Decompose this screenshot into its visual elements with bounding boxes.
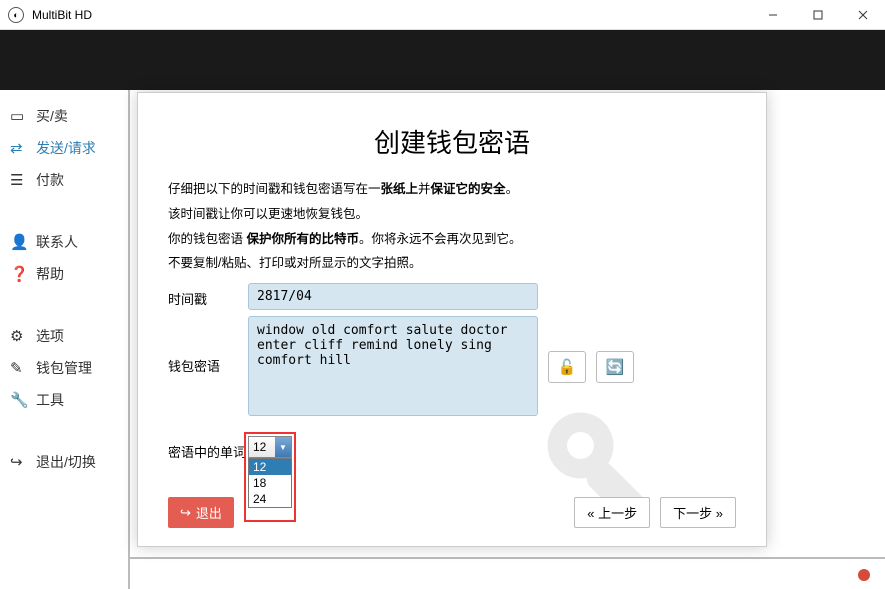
toolbar bbox=[0, 30, 885, 90]
instruction-line-3: 你的钱包密语 保护你所有的比特币。你将永远不会再次见到它。 bbox=[168, 230, 736, 249]
close-button[interactable] bbox=[840, 0, 885, 30]
timestamp-label: 时间戳 bbox=[168, 283, 248, 308]
sidebar-item-label: 买/卖 bbox=[36, 106, 68, 126]
seed-row: 钱包密语 window old comfort salute doctor en… bbox=[168, 316, 736, 416]
edit-icon: ✎ bbox=[10, 359, 28, 377]
sidebar-item-label: 帮助 bbox=[36, 264, 64, 284]
sidebar-item-label: 联系人 bbox=[36, 232, 78, 252]
timestamp-row: 时间戳 bbox=[168, 283, 736, 310]
signout-icon: ↪ bbox=[10, 453, 28, 471]
lock-button[interactable]: 🔓 bbox=[548, 351, 586, 383]
exit-button[interactable]: ↪ 退出 bbox=[168, 497, 234, 528]
sidebar-item-buy-sell[interactable]: ▭ 买/卖 bbox=[0, 100, 128, 132]
sidebar-item-options[interactable]: ⚙ 选项 bbox=[0, 320, 128, 352]
wordcount-select-wrap: 12 ▼ 12 18 24 bbox=[248, 436, 292, 458]
seed-textarea[interactable]: window old comfort salute doctor enter c… bbox=[248, 316, 538, 416]
sidebar: ▭ 买/卖 ⇄ 发送/请求 ☰ 付款 👤 联系人 ❓ 帮助 ⚙ 选项 ✎ 钱包管理 🔧 工具 ↪… bbox=[0, 90, 130, 589]
list-icon: ☰ bbox=[10, 171, 28, 189]
chevron-down-icon: ▼ bbox=[275, 437, 291, 457]
maximize-button[interactable] bbox=[795, 0, 840, 30]
wordcount-label: 密语中的单词 bbox=[168, 436, 248, 461]
help-icon: ❓ bbox=[10, 265, 28, 283]
sidebar-item-label: 发送/请求 bbox=[36, 138, 96, 158]
next-button[interactable]: 下一步 » bbox=[660, 497, 736, 528]
gears-icon: ⚙ bbox=[10, 327, 28, 345]
sidebar-item-label: 工具 bbox=[36, 390, 64, 410]
sidebar-item-label: 付款 bbox=[36, 170, 64, 190]
sidebar-item-label: 钱包管理 bbox=[36, 358, 92, 378]
minimize-button[interactable] bbox=[750, 0, 795, 30]
sidebar-item-payments[interactable]: ☰ 付款 bbox=[0, 164, 128, 196]
seed-label: 钱包密语 bbox=[168, 316, 248, 375]
instruction-line-4: 不要复制/粘贴、打印或对所显示的文字拍照。 bbox=[168, 254, 736, 273]
wordcount-option-12[interactable]: 12 bbox=[249, 459, 291, 475]
sidebar-item-help[interactable]: ❓ 帮助 bbox=[0, 258, 128, 290]
instruction-line-2: 该时间戳让你可以更速地恢复钱包。 bbox=[168, 205, 736, 224]
wordcount-value: 12 bbox=[253, 440, 266, 454]
timestamp-input[interactable] bbox=[248, 283, 538, 310]
transfer-icon: ⇄ bbox=[10, 139, 28, 157]
wordcount-option-18[interactable]: 18 bbox=[249, 475, 291, 491]
refresh-icon: 🔄 bbox=[606, 358, 625, 376]
wordcount-row: 密语中的单词 12 ▼ 12 18 24 bbox=[168, 436, 736, 461]
status-indicator bbox=[858, 569, 870, 581]
sidebar-item-label: 选项 bbox=[36, 326, 64, 346]
user-icon: 👤 bbox=[10, 233, 28, 251]
sidebar-item-exit[interactable]: ↪ 退出/切换 bbox=[0, 446, 128, 478]
window-title: MultiBit HD bbox=[32, 8, 750, 22]
unlock-icon: 🔓 bbox=[558, 358, 577, 376]
wordcount-dropdown: 12 18 24 bbox=[248, 458, 292, 508]
instruction-line-1: 仔细把以下的时间戳和钱包密语写在一张纸上并保证它的安全。 bbox=[168, 180, 736, 199]
create-wallet-modal: 创建钱包密语 仔细把以下的时间戳和钱包密语写在一张纸上并保证它的安全。 该时间戳… bbox=[137, 92, 767, 547]
wrench-icon: 🔧 bbox=[10, 391, 28, 409]
sidebar-item-tools[interactable]: 🔧 工具 bbox=[0, 384, 128, 416]
modal-title: 创建钱包密语 bbox=[168, 123, 736, 160]
sidebar-item-label: 退出/切换 bbox=[36, 452, 96, 472]
prev-button[interactable]: « 上一步 bbox=[574, 497, 650, 528]
titlebar: ◐ MultiBit HD bbox=[0, 0, 885, 30]
sidebar-item-wallet-manage[interactable]: ✎ 钱包管理 bbox=[0, 352, 128, 384]
card-icon: ▭ bbox=[10, 107, 28, 125]
sidebar-item-send-request[interactable]: ⇄ 发送/请求 bbox=[0, 132, 128, 164]
exit-icon: ↪ bbox=[180, 505, 191, 521]
refresh-button[interactable]: 🔄 bbox=[596, 351, 634, 383]
exit-label: 退出 bbox=[196, 503, 222, 522]
nav-buttons: « 上一步 下一步 » bbox=[574, 497, 736, 528]
divider bbox=[130, 557, 885, 559]
maximize-icon bbox=[813, 10, 823, 20]
sidebar-item-contacts[interactable]: 👤 联系人 bbox=[0, 226, 128, 258]
close-icon bbox=[858, 10, 868, 20]
wordcount-select[interactable]: 12 ▼ bbox=[248, 436, 292, 458]
wordcount-option-24[interactable]: 24 bbox=[249, 491, 291, 507]
minimize-icon bbox=[768, 10, 778, 20]
app-icon: ◐ bbox=[8, 7, 24, 23]
